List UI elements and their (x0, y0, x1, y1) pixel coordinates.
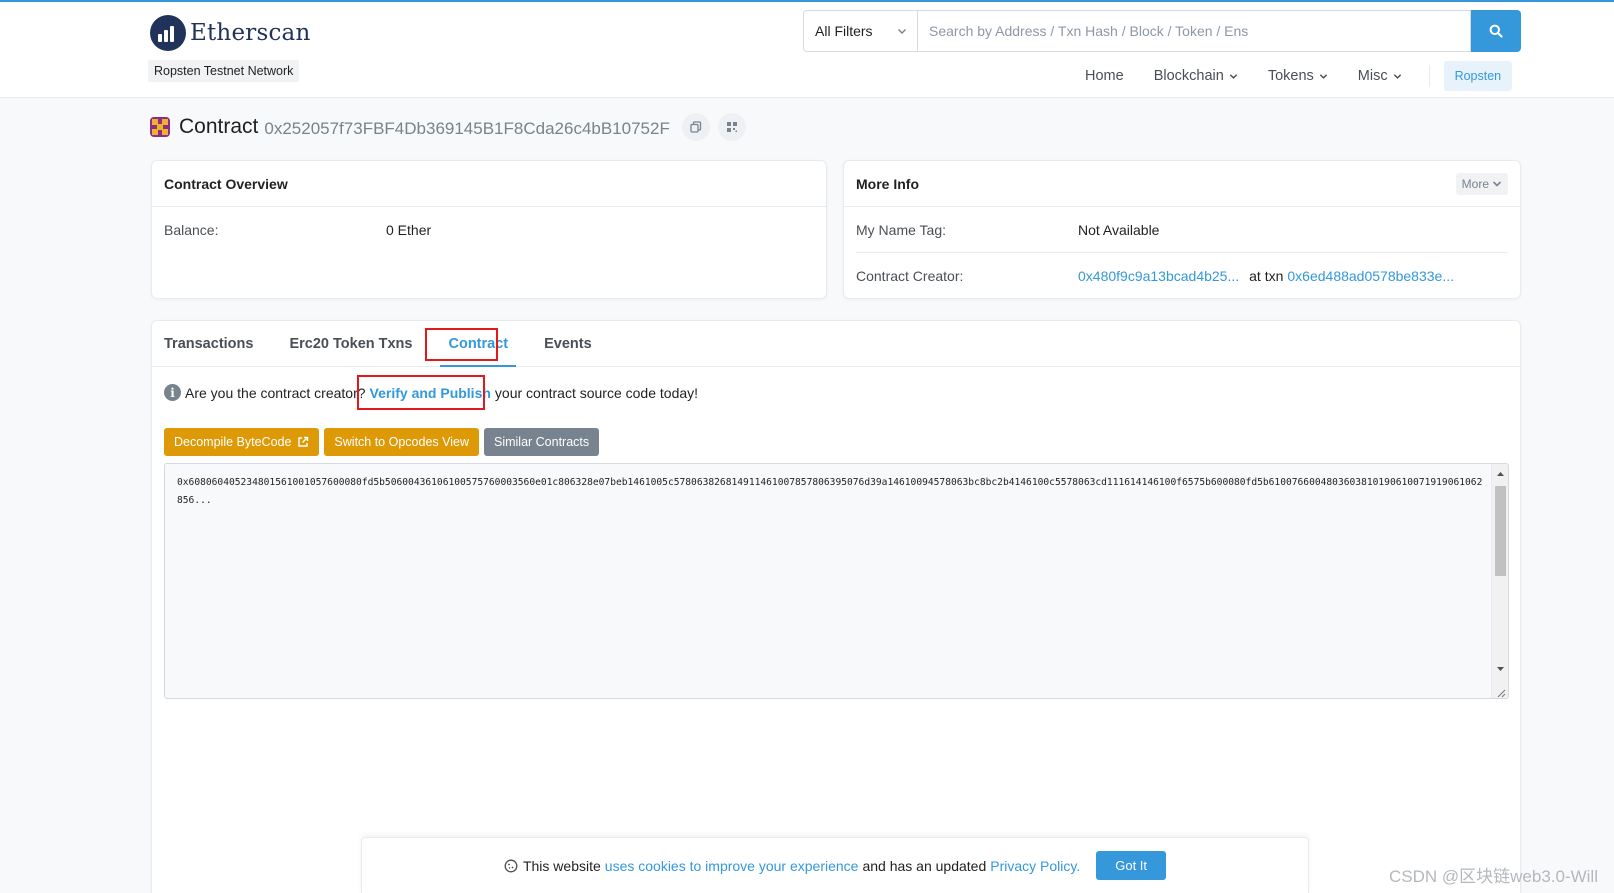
got-it-button[interactable]: Got It (1096, 851, 1167, 880)
contract-overview-card: Contract Overview Balance: 0 Ether (151, 160, 827, 299)
qr-code-button[interactable] (717, 113, 746, 141)
page-title: Contract 0x252057f73FBF4Db369145B1F8Cda2… (150, 113, 746, 141)
tab-erc20-token-txns[interactable]: Erc20 Token Txns (289, 336, 412, 366)
main-nav: Home Blockchain Tokens Misc Ropsten (1070, 60, 1513, 92)
chevron-down-icon (898, 29, 906, 34)
similar-contracts-button[interactable]: Similar Contracts (483, 428, 600, 456)
search-bar: All Filters (803, 10, 1521, 52)
nav-blockchain[interactable]: Blockchain (1139, 60, 1253, 92)
creator-txn-link[interactable]: 0x6ed488ad0578be833e... (1287, 268, 1454, 284)
highlight-box-verify-link (357, 375, 485, 410)
page-title-label: Contract (179, 115, 259, 138)
switch-opcodes-view-button[interactable]: Switch to Opcodes View (324, 428, 479, 456)
balance-label: Balance: (164, 222, 219, 238)
nav-home[interactable]: Home (1070, 60, 1139, 92)
decompile-bytecode-button[interactable]: Decompile ByteCode (164, 428, 320, 456)
bytecode-text: 0x608060405234801561001057600080fd5b5060… (177, 477, 1483, 507)
copy-address-button[interactable] (681, 113, 710, 141)
nav-misc[interactable]: Misc (1343, 60, 1417, 92)
site-header: Etherscan Ropsten Testnet Network All Fi… (0, 2, 1614, 98)
at-txn-label: at txn (1249, 268, 1284, 284)
balance-row: Balance: 0 Ether (152, 207, 826, 253)
nav-tokens-label: Tokens (1267, 68, 1314, 84)
privacy-policy-link[interactable]: Privacy Policy. (990, 858, 1080, 874)
cookie-banner: This website uses cookies to improve you… (361, 837, 1309, 893)
name-tag-value: Not Available (1078, 221, 1160, 238)
more-info-card: More Info More My Name Tag: Not Availabl… (843, 160, 1521, 299)
cookie-icon (504, 859, 518, 872)
chevron-down-icon (1492, 180, 1502, 187)
search-button[interactable] (1471, 10, 1521, 52)
chevron-down-icon (1229, 73, 1237, 79)
tab-bar: Transactions Erc20 Token Txns Contract E… (152, 321, 1520, 367)
scroll-down-arrow-icon (1497, 667, 1504, 671)
search-icon (1489, 24, 1503, 38)
search-filter-label: All Filters (815, 23, 873, 39)
search-filter-select[interactable]: All Filters (803, 10, 917, 52)
cookie-text-middle: and has an updated (862, 857, 987, 874)
notice-text-before: Are you the contract creator? (185, 384, 366, 401)
creator-address-link[interactable]: 0x480f9c9a13bcad4b25... (1078, 268, 1239, 284)
info-icon: i (164, 384, 181, 401)
bytecode-scrollbar[interactable] (1491, 464, 1508, 698)
nav-misc-label: Misc (1357, 68, 1388, 84)
highlight-box-contract-tab (425, 328, 498, 361)
copy-icon (690, 121, 701, 133)
cookie-text-before: This website (522, 857, 601, 874)
more-dropdown-label: More (1461, 176, 1489, 191)
etherscan-logo[interactable]: Etherscan (150, 15, 310, 51)
more-dropdown-button[interactable]: More (1455, 172, 1508, 195)
contract-avatar-icon (150, 117, 170, 137)
external-link-icon (298, 436, 309, 447)
decompile-bytecode-label: Decompile ByteCode (174, 435, 292, 449)
balance-value: 0 Ether (386, 222, 432, 238)
contract-creator-row: Contract Creator: 0x480f9c9a13bcad4b25..… (856, 253, 1508, 299)
etherscan-logo-icon (150, 15, 186, 51)
network-badge: Ropsten Testnet Network (148, 60, 300, 82)
tab-transactions[interactable]: Transactions (164, 336, 253, 366)
name-tag-label: My Name Tag: (856, 221, 946, 238)
more-info-heading: More Info More (844, 161, 1520, 207)
qr-code-icon (726, 122, 737, 132)
network-switch-button[interactable]: Ropsten (1443, 61, 1513, 91)
tab-events[interactable]: Events (544, 336, 592, 366)
contract-address: 0x252057f73FBF4Db369145B1F8Cda26c4bB1075… (264, 118, 670, 138)
cookie-policy-link[interactable]: uses cookies to improve your experience (605, 858, 859, 874)
resize-handle-icon[interactable] (1494, 686, 1506, 698)
scrollbar-thumb[interactable] (1495, 486, 1506, 576)
more-info-title: More Info (856, 175, 919, 192)
contract-overview-title: Contract Overview (164, 175, 288, 192)
bytecode-actions: Decompile ByteCode Switch to Opcodes Vie… (164, 428, 604, 456)
name-tag-row: My Name Tag: Not Available (856, 207, 1508, 253)
scroll-up-arrow-icon (1497, 472, 1504, 476)
nav-divider (1428, 65, 1430, 87)
watermark: CSDN @区块链web3.0-Will (1388, 867, 1598, 886)
contract-overview-heading: Contract Overview (152, 161, 826, 207)
search-input[interactable] (917, 10, 1471, 52)
nav-tokens[interactable]: Tokens (1253, 60, 1343, 92)
contract-tabs-card: Transactions Erc20 Token Txns Contract E… (151, 320, 1521, 893)
bytecode-textarea[interactable]: 0x608060405234801561001057600080fd5b5060… (164, 463, 1509, 699)
chevron-down-icon (1319, 73, 1327, 79)
notice-text-after: your contract source code today! (494, 384, 699, 401)
contract-creator-label: Contract Creator: (856, 268, 964, 284)
logo-text: Etherscan (190, 20, 311, 46)
chevron-down-icon (1393, 73, 1401, 79)
nav-home-label: Home (1085, 68, 1124, 84)
nav-blockchain-label: Blockchain (1153, 68, 1224, 84)
